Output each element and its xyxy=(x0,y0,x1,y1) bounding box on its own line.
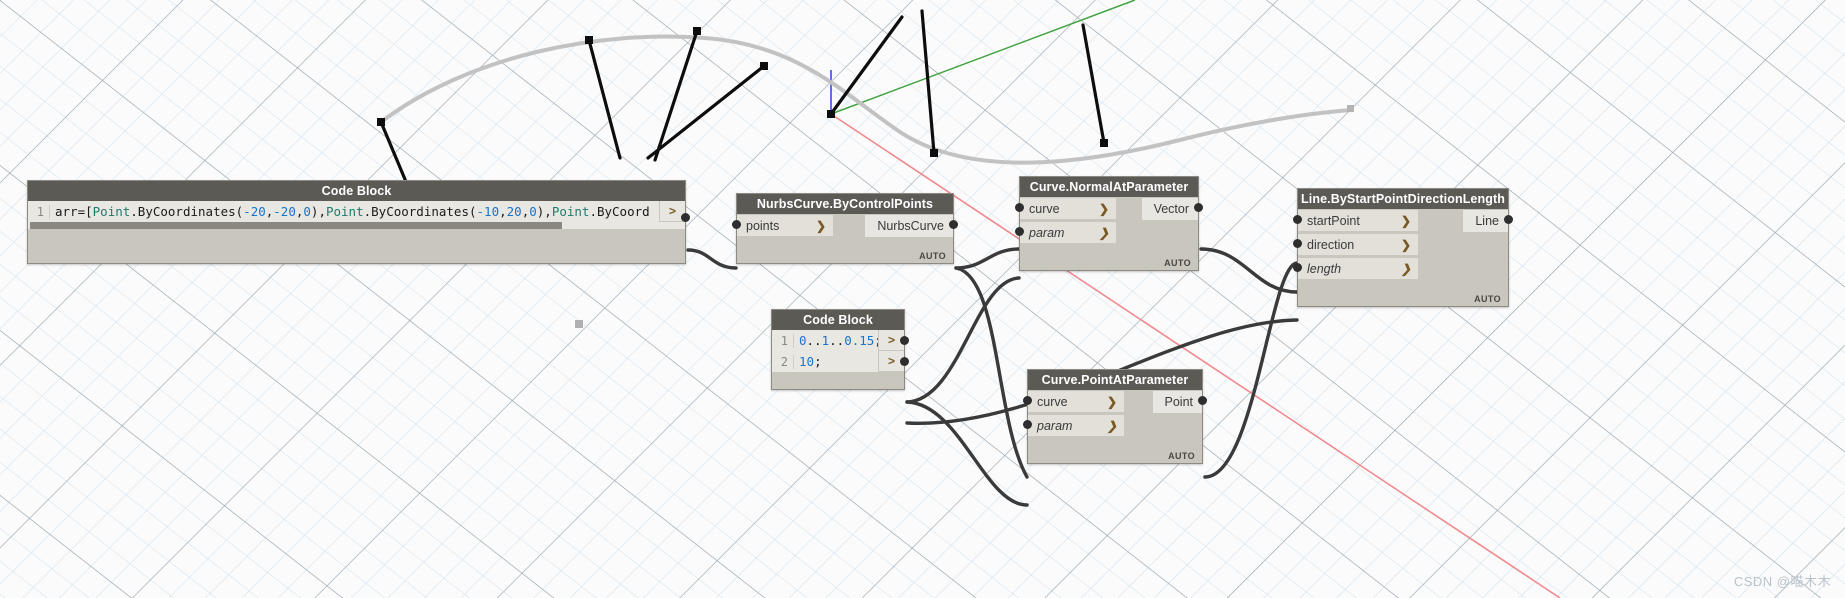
output-port-line[interactable]: Line xyxy=(1463,210,1508,232)
code-editor[interactable]: 1 0..1..0.15; 2 10; xyxy=(772,330,880,372)
code-line: 2 10; xyxy=(772,351,880,372)
auto-badge: AUTO xyxy=(1474,294,1501,304)
code-hscrollbar[interactable] xyxy=(28,222,685,229)
input-port-label: curve xyxy=(1029,201,1060,216)
input-port-curve[interactable]: curve ❯ xyxy=(1020,198,1116,220)
input-nub-param[interactable] xyxy=(1023,420,1032,429)
node-line-bystartpointdirectionlength[interactable]: Line.ByStartPointDirectionLength startPo… xyxy=(1293,188,1513,307)
chevron-right-icon: ❯ xyxy=(1400,261,1411,276)
node-title: NurbsCurve.ByControlPoints xyxy=(737,194,953,214)
wire-point-startpoint xyxy=(1203,261,1299,479)
code-line-text: 10; xyxy=(799,354,822,369)
line-number: 1 xyxy=(772,333,794,348)
node-title: Code Block xyxy=(772,310,904,330)
node-curve-pointatparameter[interactable]: Curve.PointAtParameter curve ❯ Point par… xyxy=(1023,369,1207,464)
input-nub-length[interactable] xyxy=(1293,263,1302,272)
input-port-startpoint[interactable]: startPoint ❯ xyxy=(1298,210,1418,232)
node-nurbscurve-bycontrolpoints[interactable]: NurbsCurve.ByControlPoints points ❯ Nurb… xyxy=(732,193,958,264)
auto-badge: AUTO xyxy=(919,251,946,261)
chevron-right-icon: ❯ xyxy=(1098,225,1109,240)
line-number: 2 xyxy=(772,354,794,369)
output-ports: > > xyxy=(878,330,904,372)
input-nub[interactable] xyxy=(732,220,741,229)
input-port-label: points xyxy=(746,218,780,233)
auto-badge: AUTO xyxy=(1164,258,1191,268)
dynamo-workspace: Code Block 1 arr=[Point.ByCoordinates(-2… xyxy=(0,0,1845,598)
line-number: 1 xyxy=(28,204,50,219)
input-nub-direction[interactable] xyxy=(1293,239,1302,248)
chevron-right-icon: ❯ xyxy=(1400,237,1411,252)
chevron-right-icon: ❯ xyxy=(1106,418,1117,433)
input-nub-curve[interactable] xyxy=(1023,396,1032,405)
node-code-block-1[interactable]: Code Block 1 arr=[Point.ByCoordinates(-2… xyxy=(27,180,690,264)
input-port-label: direction xyxy=(1307,237,1355,252)
code-editor[interactable]: 1 arr=[Point.ByCoordinates(-20,-20,0),Po… xyxy=(28,201,685,229)
input-port-curve[interactable]: curve ❯ xyxy=(1028,391,1124,413)
input-port-param[interactable]: param ❯ xyxy=(1028,415,1124,437)
output-port-nurbscurve[interactable]: NurbsCurve xyxy=(865,215,953,237)
code-line-text: arr=[Point.ByCoordinates(-20,-20,0),Poin… xyxy=(55,204,650,219)
input-nub-startpoint[interactable] xyxy=(1293,215,1302,224)
chevron-right-icon: ❯ xyxy=(1400,213,1411,228)
node-title: Line.ByStartPointDirectionLength xyxy=(1298,189,1508,209)
output-nub[interactable] xyxy=(949,220,958,229)
node-title: Curve.PointAtParameter xyxy=(1028,370,1202,390)
auto-badge: AUTO xyxy=(1168,451,1195,461)
input-port-direction[interactable]: direction ❯ xyxy=(1298,234,1418,256)
output-port-vector[interactable]: Vector xyxy=(1141,198,1198,220)
input-port-label: param xyxy=(1029,225,1065,240)
connector-wires xyxy=(686,247,1299,507)
chevron-right-icon: ❯ xyxy=(1098,201,1109,216)
chevron-right-icon: ❯ xyxy=(1106,394,1117,409)
wire-nurbs-normalcurve xyxy=(954,247,1021,270)
3d-viewport[interactable] xyxy=(0,0,1845,598)
input-nub-param[interactable] xyxy=(1015,227,1024,236)
input-port-param[interactable]: param ❯ xyxy=(1020,222,1116,244)
node-title: Code Block xyxy=(28,181,685,201)
code-line: 1 arr=[Point.ByCoordinates(-20,-20,0),Po… xyxy=(28,201,685,222)
output-nub-0[interactable] xyxy=(900,336,909,345)
node-curve-normalatparameter[interactable]: Curve.NormalAtParameter curve ❯ Vector p… xyxy=(1015,176,1203,271)
chevron-right-icon: ❯ xyxy=(815,218,826,233)
output-nub-1[interactable] xyxy=(900,357,909,366)
output-nub[interactable] xyxy=(681,213,690,222)
output-port-point[interactable]: Point xyxy=(1152,391,1202,413)
input-port-label: startPoint xyxy=(1307,213,1360,228)
output-nub[interactable] xyxy=(1198,396,1207,405)
input-nub-curve[interactable] xyxy=(1015,203,1024,212)
input-port-label: curve xyxy=(1037,394,1068,409)
wire-codeblock1-points xyxy=(686,248,738,270)
scrollbar-thumb[interactable] xyxy=(30,222,563,229)
input-port-label: length xyxy=(1307,261,1342,276)
input-port-points[interactable]: points ❯ xyxy=(737,215,833,237)
code-line: 1 0..1..0.15; xyxy=(772,330,880,351)
output-nub[interactable] xyxy=(1194,203,1203,212)
node-code-block-2[interactable]: Code Block 1 0..1..0.15; 2 10; > > xyxy=(771,309,909,390)
input-port-label: param xyxy=(1037,418,1073,433)
code-line-text: 0..1..0.15; xyxy=(799,333,880,348)
output-nub[interactable] xyxy=(1504,215,1513,224)
input-port-length[interactable]: length ❯ xyxy=(1298,258,1418,280)
node-title: Curve.NormalAtParameter xyxy=(1020,177,1198,197)
watermark: CSDN @喵木木 xyxy=(1733,574,1831,589)
